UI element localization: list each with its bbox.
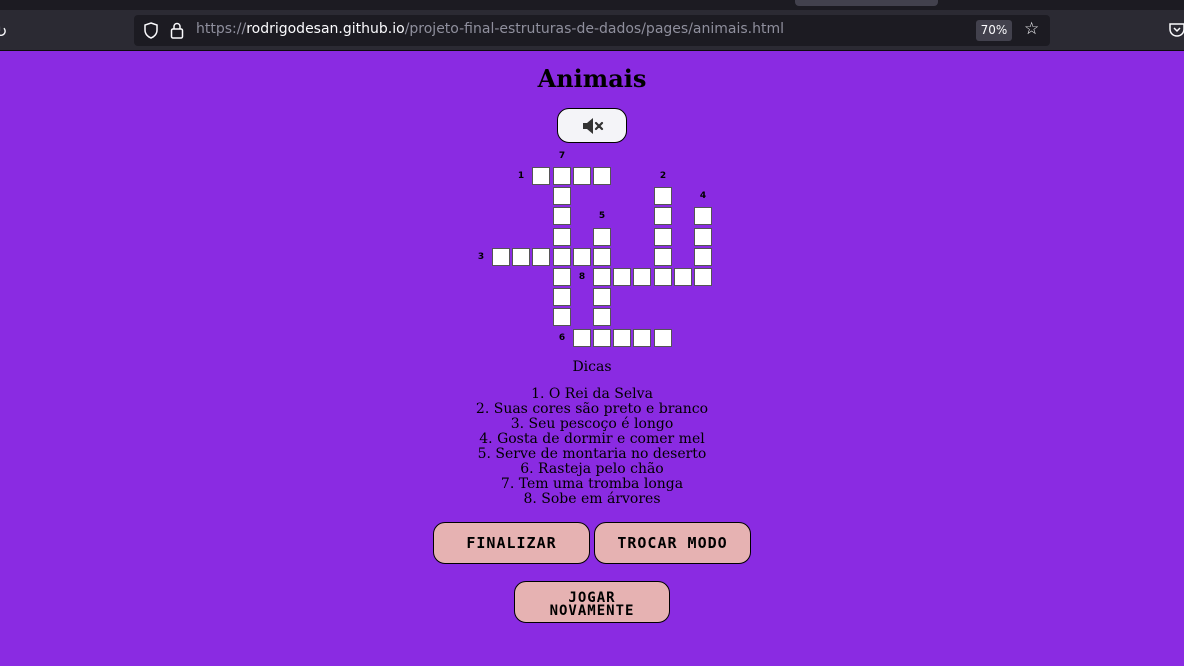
lock-icon[interactable] <box>170 22 184 39</box>
hint-item: 5. Serve de montaria no deserto <box>477 446 707 462</box>
crossword-cell[interactable] <box>593 288 611 306</box>
trocar-modo-button[interactable]: TROCAR MODO <box>594 522 751 564</box>
shield-icon[interactable] <box>143 22 159 39</box>
hint-item: 2. Suas cores são preto e branco <box>475 401 709 417</box>
browser-tab[interactable] <box>795 0 938 6</box>
crossword-cell[interactable] <box>553 187 571 205</box>
crossword-cell[interactable] <box>593 268 611 286</box>
crossword-cell[interactable] <box>593 308 611 326</box>
hints-title: Dicas <box>572 359 612 375</box>
clue-number: 2 <box>659 171 667 181</box>
jogar-label-line2: NOVAMENTE <box>549 603 635 619</box>
hint-item: 6. Rasteja pelo chão <box>520 461 664 477</box>
clue-number: 3 <box>477 252 485 262</box>
hint-item: 1. O Rei da Selva <box>531 386 653 402</box>
clue-number: 5 <box>598 211 606 221</box>
clue-number: 7 <box>558 151 566 161</box>
url-path: /projeto-final-estruturas-de-dados/pages… <box>404 21 784 37</box>
crossword-cell[interactable] <box>573 248 591 266</box>
crossword-cell[interactable] <box>633 329 651 347</box>
hint-item: 4. Gosta de dormir e comer mel <box>479 431 705 447</box>
crossword-cell[interactable] <box>694 268 712 286</box>
hint-item: 8. Sobe em árvores <box>523 491 661 507</box>
crossword-cell[interactable] <box>613 329 631 347</box>
speaker-mute-icon <box>583 118 604 134</box>
crossword-cell[interactable] <box>532 248 550 266</box>
crossword-cell[interactable] <box>654 228 672 246</box>
crossword-cell[interactable] <box>593 329 611 347</box>
hints-list: 1. O Rei da Selva 2. Suas cores são pret… <box>0 387 1184 507</box>
crossword-cell[interactable] <box>553 167 571 185</box>
crossword-cell[interactable] <box>633 268 651 286</box>
jogar-novamente-button[interactable]: JOGAR NOVAMENTE <box>514 581 670 623</box>
crossword-cell[interactable] <box>654 187 672 205</box>
crossword-cell[interactable] <box>654 329 672 347</box>
crossword-cell[interactable] <box>613 268 631 286</box>
crossword-cell[interactable] <box>553 308 571 326</box>
browser-tab-strip <box>0 0 1184 10</box>
crossword-cell[interactable] <box>532 167 550 185</box>
address-bar[interactable]: https://rodrigodesan.github.io/projeto-f… <box>134 15 1050 46</box>
crossword-cell[interactable] <box>674 268 692 286</box>
crossword-cell[interactable] <box>593 167 611 185</box>
zoom-level-badge[interactable]: 70% <box>976 20 1012 41</box>
crossword-cell[interactable] <box>512 248 530 266</box>
clue-number: 1 <box>517 171 525 181</box>
crossword-cell[interactable] <box>654 268 672 286</box>
crossword-cell[interactable] <box>593 228 611 246</box>
crossword-cell[interactable] <box>694 228 712 246</box>
url-prefix: https:// <box>196 21 247 37</box>
sound-toggle-button[interactable] <box>557 108 627 143</box>
crossword-cell[interactable] <box>654 207 672 225</box>
url-host: rodrigodesan.github.io <box>246 21 405 37</box>
page-title: Animais <box>537 64 647 93</box>
clue-number: 8 <box>578 272 586 282</box>
url-text[interactable]: https://rodrigodesan.github.io/projeto-f… <box>196 21 784 37</box>
bookmark-star-icon[interactable]: ☆ <box>1024 19 1044 39</box>
clue-number: 4 <box>699 191 707 201</box>
crossword-cell[interactable] <box>694 248 712 266</box>
crossword-cell[interactable] <box>553 288 571 306</box>
finalizar-button[interactable]: FINALIZAR <box>433 522 590 564</box>
reload-icon[interactable]: ↻ <box>0 22 12 41</box>
hint-item: 7. Tem uma tromba longa <box>500 476 684 492</box>
crossword-cell[interactable] <box>553 248 571 266</box>
crossword-cell[interactable] <box>553 207 571 225</box>
crossword-cell[interactable] <box>654 248 672 266</box>
pocket-icon[interactable] <box>1168 21 1184 39</box>
browser-toolbar: ↻ https://rodrigodesan.github.io/projeto… <box>0 10 1184 51</box>
crossword-cell[interactable] <box>553 268 571 286</box>
crossword-cell[interactable] <box>593 248 611 266</box>
clue-number: 6 <box>558 333 566 343</box>
hint-item: 3. Seu pescoço é longo <box>510 416 674 432</box>
crossword-cell[interactable] <box>573 329 591 347</box>
crossword-cell[interactable] <box>573 167 591 185</box>
crossword-cell[interactable] <box>694 207 712 225</box>
crossword-cell[interactable] <box>553 228 571 246</box>
crossword-cell[interactable] <box>492 248 510 266</box>
